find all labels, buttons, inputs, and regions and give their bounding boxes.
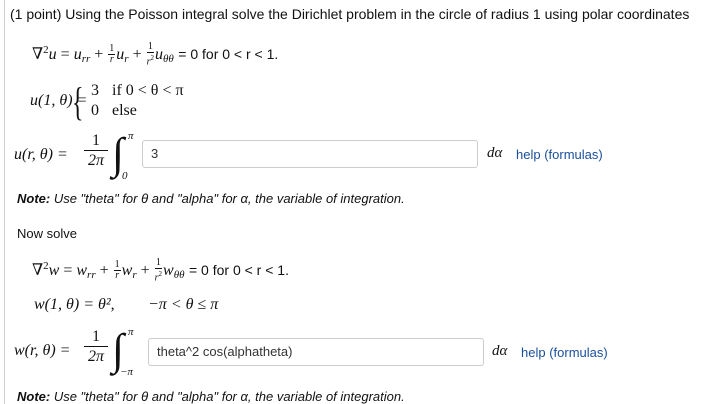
- integral-upper-2: π: [128, 326, 134, 338]
- pde-equation-2: ∇2w = wrr + 1 r wr + 1 r2 wθθ = 0 for 0 < r …: [32, 257, 289, 284]
- solution-lhs-2: w(r, θ) =: [14, 342, 71, 359]
- fraction-1-den: 2π: [87, 152, 104, 169]
- left-brace: {: [72, 79, 84, 124]
- pde-condition-2: = 0 for 0 < r < 1.: [188, 261, 289, 278]
- pde-condition-1: = 0 for 0 < r < 1.: [178, 45, 279, 62]
- now-solve-label: Now solve: [17, 226, 77, 241]
- integral-lower-2: −π: [120, 366, 133, 378]
- answer-input-1[interactable]: 3: [142, 140, 478, 168]
- answer-input-2[interactable]: theta^2 cos(alphatheta): [148, 338, 484, 366]
- bc-2: w(1, θ) = θ²,: [34, 296, 115, 313]
- fraction-2-den: 2π: [87, 348, 104, 365]
- note-2: Note: Use "theta" for θ and "alpha" for …: [17, 389, 405, 404]
- help-formulas-link-1[interactable]: help (formulas): [516, 147, 603, 162]
- fraction-2-num: 1: [84, 328, 108, 347]
- case2-condition: else: [112, 102, 137, 119]
- help-formulas-link-2[interactable]: help (formulas): [521, 345, 608, 360]
- integral-lower-1: 0: [122, 170, 128, 182]
- fraction-2: 1 2π: [84, 328, 108, 367]
- solution-lhs-1: u(r, θ) =: [14, 146, 68, 163]
- case1-value: 3: [91, 82, 99, 99]
- bc-range-2: −π < θ ≤ π: [148, 296, 219, 313]
- note-1: Note: Use "theta" for θ and "alpha" for …: [17, 191, 405, 206]
- note-1-text: Use "theta" for θ and "alpha" for α, the…: [50, 191, 405, 206]
- fraction-1: 1 2π: [84, 132, 108, 171]
- d-alpha-2: dα: [492, 343, 508, 359]
- problem-header: (1 point) Using the Poisson integral sol…: [10, 6, 690, 22]
- note-2-label: Note:: [17, 389, 51, 404]
- note-1-label: Note:: [17, 191, 51, 206]
- case1-condition: if 0 < θ < π: [112, 82, 184, 99]
- note-2-text: Use "theta" for θ and "alpha" for α, the…: [50, 389, 405, 404]
- fraction-1-num: 1: [84, 132, 108, 151]
- pde-equation-1: ∇2u = urr + 1 r ur + 1 r2 uθθ = 0 for 0 < r …: [32, 41, 279, 68]
- d-alpha-1: dα: [487, 145, 503, 161]
- integral-upper-1: π: [128, 130, 134, 142]
- case2-value: 0: [91, 102, 99, 119]
